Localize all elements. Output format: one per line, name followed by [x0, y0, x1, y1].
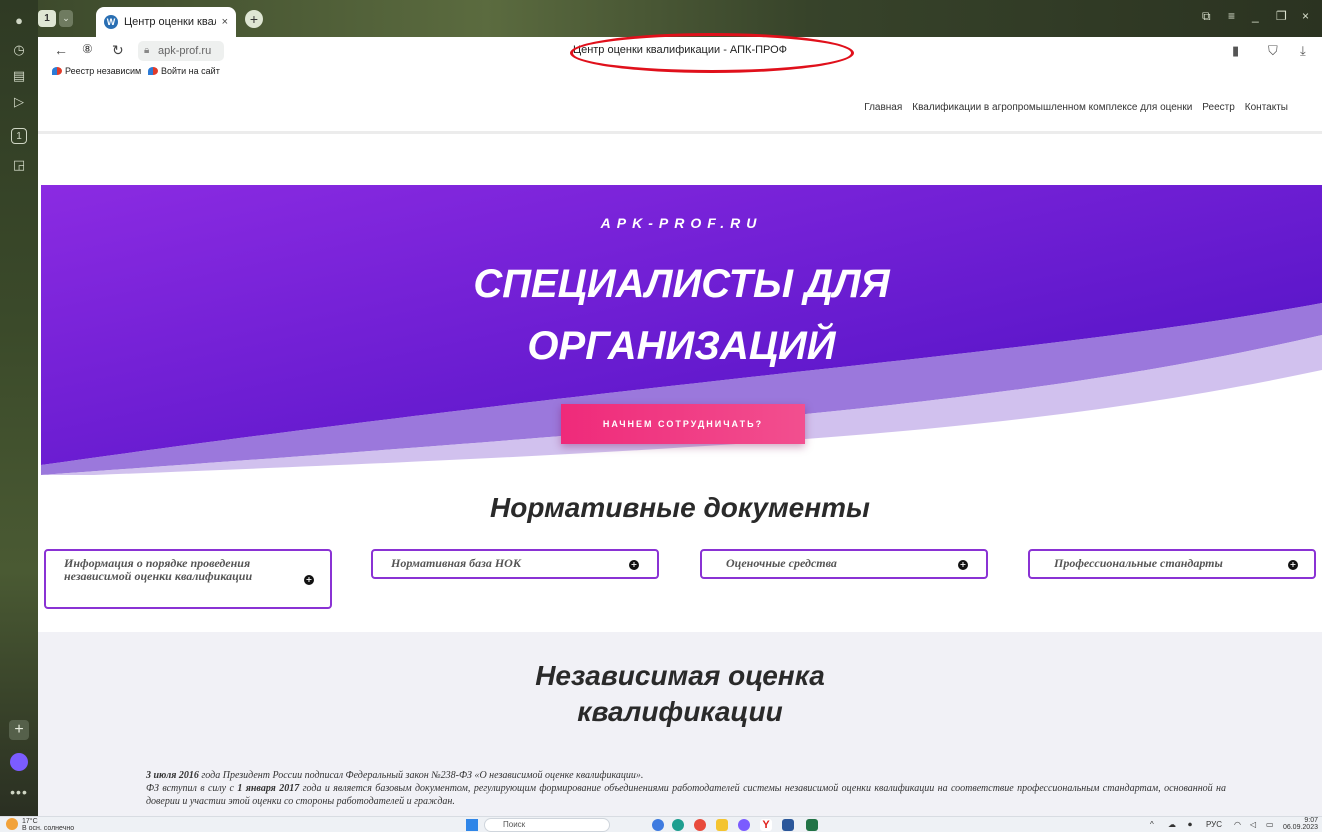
alice-app-icon[interactable] — [738, 819, 750, 831]
browser-toolbar: ← ⑧ ↻ 🔒︎ apk-prof.ru Центр оценки квалиф… — [38, 33, 1322, 81]
volume-icon[interactable]: ◁ — [1250, 820, 1256, 829]
tab-close-icon[interactable]: × — [222, 16, 228, 28]
windows-start-icon[interactable] — [466, 819, 478, 831]
doc-card-procedure[interactable]: Информация о порядке проведения независи… — [44, 549, 332, 609]
site-nav: Главная Квалификации в агропромышленном … — [864, 102, 1288, 113]
app-sidebar: ● ◷ ▤ ▷ 1 ◲ + ••• — [0, 0, 38, 816]
web-page: Главная Квалификации в агропромышленном … — [38, 81, 1322, 816]
bookmark-favicon-icon — [52, 67, 62, 75]
independent-heading-line2: квалификации — [577, 696, 783, 727]
weather-temp: 17°C — [22, 818, 38, 825]
assistant-icon[interactable] — [10, 753, 28, 771]
word-app-icon[interactable] — [782, 819, 794, 831]
docs-heading: Нормативные документы — [490, 492, 870, 523]
doc-card-label: Профессиональные стандарты — [1054, 556, 1223, 570]
menu-icon[interactable]: ≡ — [1228, 9, 1235, 23]
more-icon[interactable]: ••• — [9, 782, 29, 802]
bookmark-item-registry[interactable]: Реестр независим — [52, 66, 141, 76]
collections-icon[interactable]: ▤ — [9, 66, 29, 86]
tab-active[interactable]: W Центр оценки квалиф × — [96, 7, 236, 37]
clock[interactable]: 9:07 06.09.2023 — [1283, 817, 1318, 831]
meet-app-icon[interactable] — [652, 819, 664, 831]
doc-card-standards[interactable]: Профессиональные стандарты + — [1028, 549, 1316, 579]
edge-app-icon[interactable] — [672, 819, 684, 831]
tab-strip: 1 ⌄ W Центр оценки квалиф × + ⧉ ≡ _ ❐ × — [38, 0, 1322, 37]
bookmark-item-login[interactable]: Войти на сайт — [148, 66, 220, 76]
doc-card-label: Нормативная база НОК — [391, 556, 521, 570]
hero-headline: Специалисты для организаций — [41, 253, 1322, 377]
nav-link-home[interactable]: Главная — [864, 102, 902, 113]
expand-icon[interactable]: + — [1288, 560, 1298, 570]
weather-widget[interactable]: 17°C В осн. солнечно — [6, 818, 74, 832]
battery-icon[interactable]: ▭ — [1266, 820, 1274, 829]
restore-icon[interactable]: ❐ — [1276, 9, 1287, 23]
nav-link-qualifications[interactable]: Квалификации в агропромышленном комплекс… — [912, 102, 1192, 113]
screenshot-icon[interactable]: ◲ — [9, 155, 29, 175]
bookmark-label: Реестр независим — [65, 66, 142, 76]
hero-kicker: APK-PROF.RU — [600, 215, 763, 231]
doc-card-label: Информация о порядке проведения независи… — [64, 556, 253, 583]
language-indicator[interactable]: РУС — [1206, 820, 1222, 829]
law-date-2: 1 января 2017 — [237, 783, 300, 794]
media-play-icon[interactable]: ▷ — [9, 92, 29, 112]
profile-icon[interactable]: ● — [9, 10, 29, 30]
nav-link-registry[interactable]: Реестр — [1202, 102, 1235, 113]
weather-desc: В осн. солнечно — [22, 825, 75, 832]
search-placeholder: Поиск — [503, 820, 526, 829]
hero-headline-line2: организаций — [527, 324, 836, 368]
taskbar-search-input[interactable]: Поиск — [484, 818, 610, 832]
doc-card-label: Оценочные средства — [726, 556, 837, 570]
law-date: 3 июля 2016 — [146, 770, 199, 781]
protect-icon[interactable]: ⛉ — [1268, 43, 1278, 59]
law-text-2b: года и является базовым документом, регу… — [146, 783, 1227, 807]
tab-counter-icon[interactable]: 1 — [11, 128, 27, 144]
nav-link-contacts[interactable]: Контакты — [1245, 102, 1288, 113]
nav-divider — [38, 131, 1322, 134]
wordpress-favicon-icon: W — [104, 15, 118, 29]
tab-count-button[interactable]: 1 — [38, 10, 56, 27]
expand-icon[interactable]: + — [629, 560, 639, 570]
highlight-circle — [570, 33, 854, 73]
explorer-app-icon[interactable] — [716, 819, 728, 831]
independent-heading-line1: Независимая оценка — [535, 660, 825, 691]
new-tab-button[interactable]: + — [245, 10, 263, 28]
law-paragraph: 3 июля 2016 года Президент России подпис… — [146, 769, 1226, 808]
bookmark-label: Войти на сайт — [161, 66, 220, 76]
cloud-icon[interactable]: ☁ — [1168, 820, 1176, 829]
doc-card-base[interactable]: Нормативная база НОК + — [371, 549, 659, 579]
sun-icon — [6, 818, 18, 830]
cta-button[interactable]: НАЧНЕМ СОТРУДНИЧАТЬ? — [561, 404, 805, 444]
expand-icon[interactable]: + — [304, 575, 314, 585]
tab-dropdown-button[interactable]: ⌄ — [59, 10, 73, 27]
tray-chevron-icon[interactable]: ^ — [1150, 820, 1154, 829]
law-text-1: года Президент России подписал Федеральн… — [198, 770, 644, 781]
independent-heading: Независимая оценка квалификации — [38, 658, 1322, 730]
taskbar: 17°C В осн. солнечно Поиск Y ^ ☁ ⏺ РУС ◠… — [0, 816, 1322, 832]
clock-date: 06.09.2023 — [1282, 824, 1318, 831]
download-icon[interactable]: ⤓ — [1300, 43, 1306, 59]
bookmark-icon[interactable]: ▮ — [1232, 43, 1239, 59]
minimize-icon[interactable]: _ — [1252, 9, 1259, 23]
chrome-app-icon[interactable] — [694, 819, 706, 831]
excel-app-icon[interactable] — [806, 819, 818, 831]
clock-time: 9:07 — [1304, 817, 1318, 824]
tab-title: Центр оценки квалиф — [124, 16, 216, 28]
doc-card-assessment[interactable]: Оценочные средства + — [700, 549, 988, 579]
add-panel-button[interactable]: + — [9, 720, 29, 740]
mic-icon[interactable]: ⏺ — [1188, 820, 1192, 830]
hero-headline-line1: Специалисты для — [473, 262, 890, 306]
hero-banner: APK-PROF.RU Специалисты для организаций … — [41, 185, 1322, 475]
wifi-icon[interactable]: ◠ — [1234, 820, 1241, 829]
close-window-icon[interactable]: × — [1302, 9, 1309, 23]
law-text-2a: ФЗ вступил в силу с — [146, 783, 238, 794]
pin-icon[interactable]: ⧉ — [1202, 9, 1211, 24]
bookmark-favicon-icon — [148, 67, 158, 75]
expand-icon[interactable]: + — [958, 560, 968, 570]
yandex-app-icon[interactable]: Y — [760, 819, 772, 831]
history-icon[interactable]: ◷ — [9, 40, 29, 60]
